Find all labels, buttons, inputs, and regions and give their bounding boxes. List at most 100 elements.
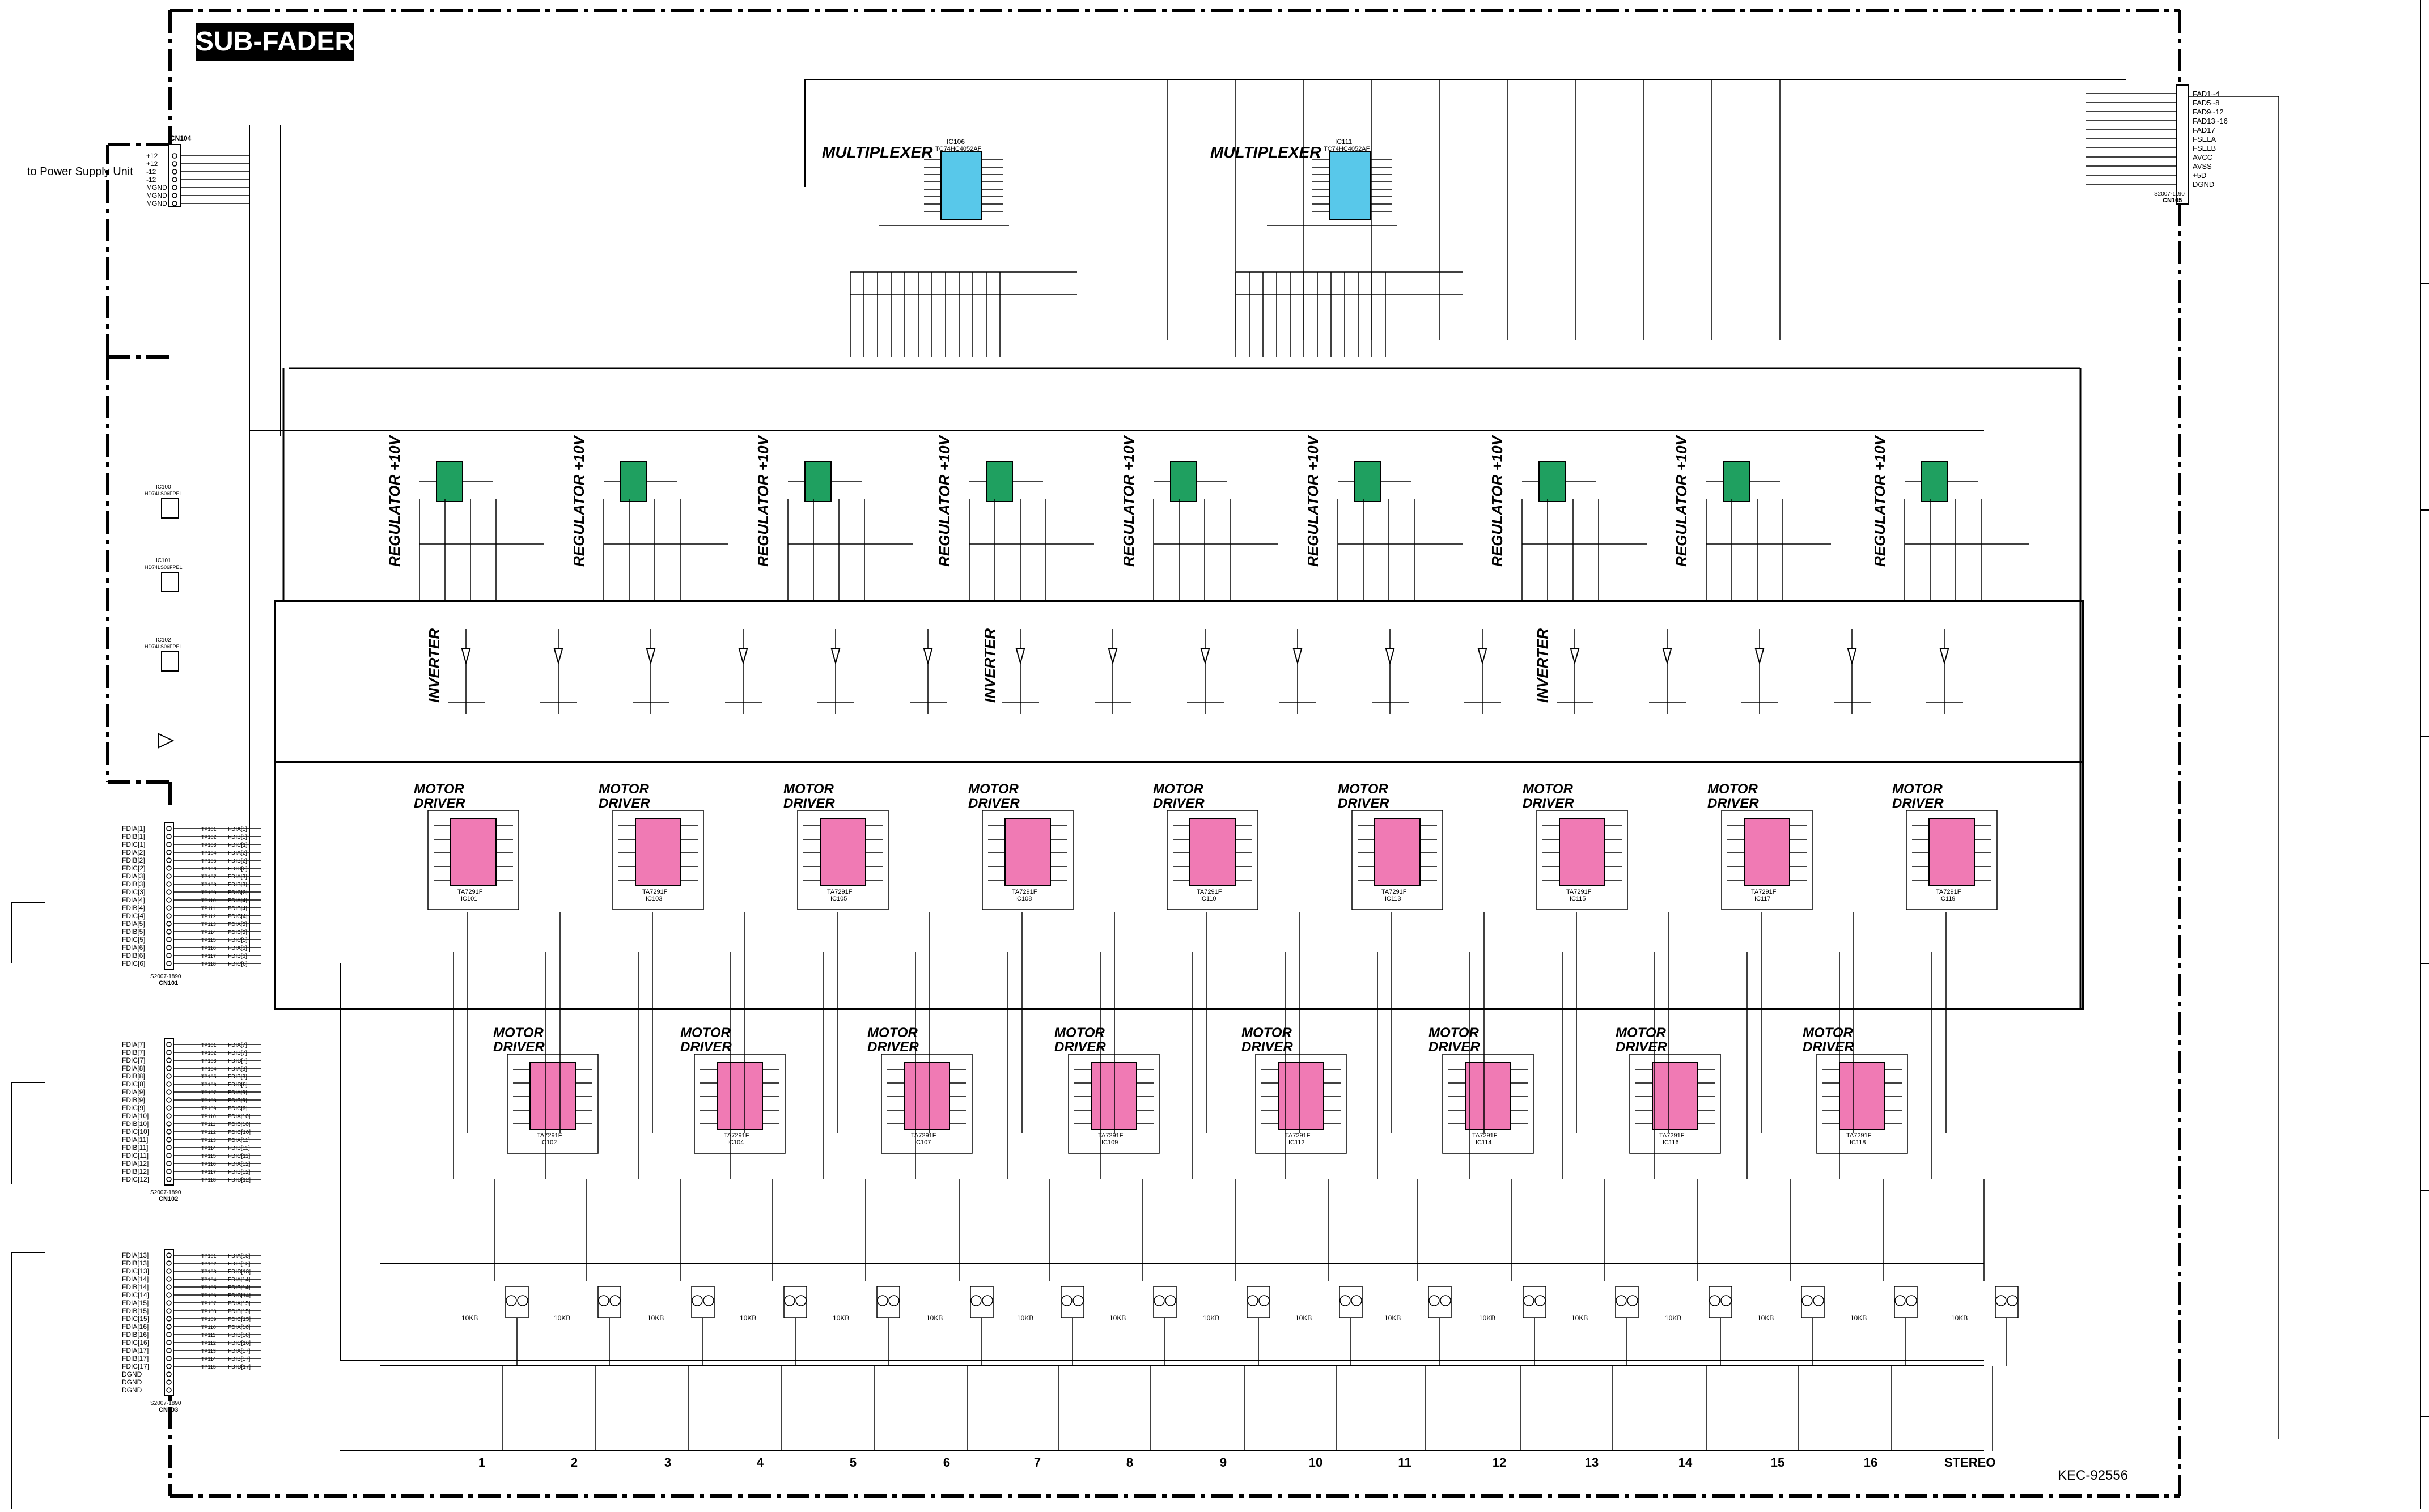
pin-dot bbox=[166, 1057, 172, 1063]
fader-knob bbox=[2007, 1295, 2018, 1306]
motor-driver-ref: IC109 bbox=[1101, 1139, 1118, 1146]
pin-dot bbox=[166, 1260, 172, 1266]
motor-driver-bottom bbox=[1465, 1062, 1511, 1130]
motor-driver-label: DRIVER bbox=[493, 1039, 545, 1055]
test-point: TP110 bbox=[201, 898, 216, 903]
mux-part: TC74HC4052AF bbox=[935, 146, 982, 152]
pin-dot bbox=[166, 1129, 172, 1135]
test-point: TP107 bbox=[201, 1090, 217, 1095]
fader-value: 10KB bbox=[1295, 1314, 1312, 1322]
motor-driver-label: DRIVER bbox=[783, 796, 835, 811]
test-point: TP110 bbox=[201, 1114, 216, 1119]
pin-dot bbox=[166, 1089, 172, 1095]
motor-driver-ref: IC101 bbox=[461, 895, 477, 902]
inverter-gate bbox=[1939, 648, 1949, 665]
cn105-pin: DGND bbox=[2193, 180, 2214, 189]
conn-left-label: FDIB[12] bbox=[122, 1167, 149, 1175]
motor-driver-label: DRIVER bbox=[968, 796, 1020, 811]
pin-dot bbox=[166, 889, 172, 895]
conn-left-label: FDIC[14] bbox=[122, 1291, 149, 1299]
regulator-ic bbox=[620, 461, 647, 502]
test-point: TP108 bbox=[201, 1309, 217, 1314]
fader-knob bbox=[784, 1295, 795, 1306]
multiplexer-ic bbox=[940, 151, 982, 220]
motor-driver-ref: IC119 bbox=[1939, 895, 1956, 902]
conn-left-label: DGND bbox=[122, 1378, 142, 1386]
conn-right-label: FDIA[5] bbox=[228, 921, 247, 928]
cn105-pin: FSELB bbox=[2193, 144, 2216, 152]
pin-dot bbox=[166, 1371, 172, 1377]
motor-driver-label: DRIVER bbox=[1054, 1039, 1106, 1055]
test-point: TP103 bbox=[201, 1058, 217, 1064]
fader-knob bbox=[1709, 1295, 1720, 1306]
test-point: TP114 bbox=[201, 929, 216, 935]
fader-knob bbox=[1813, 1295, 1824, 1306]
fader-value: 10KB bbox=[647, 1314, 664, 1322]
inverter-gate bbox=[738, 648, 748, 665]
regulator-label: REGULATOR +10V bbox=[1871, 434, 1888, 567]
regulator-ic bbox=[1921, 461, 1948, 502]
conn-left-label: FDIC[9] bbox=[122, 1104, 145, 1112]
pin-dot bbox=[166, 834, 172, 839]
regulator-ic bbox=[1723, 461, 1750, 502]
conn-right-label: FDIA[6] bbox=[228, 945, 247, 952]
fader-value: 10KB bbox=[1479, 1314, 1495, 1322]
conn-left-label: FDIB[8] bbox=[122, 1072, 145, 1080]
conn-right-label: FDIA[16] bbox=[228, 1324, 251, 1331]
motor-driver-part: TA7291F bbox=[1098, 1132, 1124, 1139]
fader-value: 10KB bbox=[833, 1314, 849, 1322]
conn-left-label: FDIC[13] bbox=[122, 1267, 149, 1275]
buffer-ic-ref: IC100 bbox=[156, 484, 171, 490]
conn-right-label: FDIA[14] bbox=[228, 1277, 251, 1283]
conn-left-label: FDIA[11] bbox=[122, 1136, 148, 1144]
conn-right-label: FDIB[13] bbox=[228, 1261, 251, 1267]
motor-driver-ref: IC108 bbox=[1015, 895, 1032, 902]
cn104-pin: MGND bbox=[146, 184, 167, 192]
test-point: TP111 bbox=[201, 1332, 215, 1338]
pin-dot bbox=[166, 1050, 172, 1055]
conn-right-label: FDIA[3] bbox=[228, 874, 247, 880]
conn-left-label: FDIC[15] bbox=[122, 1315, 149, 1323]
motor-driver-ref: IC104 bbox=[727, 1139, 744, 1146]
channel-number: 16 bbox=[1863, 1455, 1878, 1469]
motor-driver-part: TA7291F bbox=[1197, 889, 1222, 895]
pin-dot bbox=[166, 1348, 172, 1353]
conn-left-label: FDIC[8] bbox=[122, 1080, 145, 1088]
conn-left-label: FDIB[7] bbox=[122, 1048, 145, 1056]
buffer-ic bbox=[161, 498, 179, 519]
fader-value: 10KB bbox=[1571, 1314, 1588, 1322]
conn-right-label: FDIB[17] bbox=[228, 1356, 251, 1362]
test-point: TP110 bbox=[201, 1324, 216, 1330]
fader-knob bbox=[1534, 1295, 1546, 1306]
pin-dot bbox=[166, 961, 172, 966]
conn-right-label: FDIC[1] bbox=[228, 842, 248, 848]
cn105-ref: CN105 bbox=[2163, 197, 2182, 204]
conn-right-label: FDIB[1] bbox=[228, 834, 247, 840]
pin-dot bbox=[166, 1292, 172, 1298]
conn-left-label: FDIA[17] bbox=[122, 1347, 149, 1354]
inverter-symbol bbox=[158, 733, 175, 749]
conn-left-label: FDIB[17] bbox=[122, 1354, 149, 1362]
motor-driver-label: DRIVER bbox=[1803, 1039, 1854, 1055]
motor-driver-ref: IC118 bbox=[1850, 1139, 1866, 1146]
test-point: TP111 bbox=[201, 1122, 215, 1127]
test-point: TP101 bbox=[201, 1042, 217, 1048]
conn-right-label: FDIA[7] bbox=[228, 1042, 247, 1048]
motor-driver-label: DRIVER bbox=[1428, 1039, 1480, 1055]
test-point: TP116 bbox=[201, 945, 216, 951]
channel-number: 7 bbox=[1033, 1455, 1041, 1469]
cn104-pin: -12 bbox=[146, 168, 156, 176]
conn-right-label: FDIA[13] bbox=[228, 1253, 251, 1259]
pin-dot bbox=[166, 1268, 172, 1274]
motor-driver-ref: IC103 bbox=[646, 895, 662, 902]
test-point: TP101 bbox=[201, 826, 217, 832]
test-point: TP115 bbox=[201, 1153, 216, 1159]
inverter-label: INVERTER bbox=[426, 628, 443, 703]
conn-right-label: FDIA[4] bbox=[228, 898, 247, 904]
fader-knob bbox=[506, 1295, 517, 1306]
conn-left-label: FDIB[2] bbox=[122, 856, 145, 864]
conn-right-label: FDIC[10] bbox=[228, 1129, 251, 1136]
conn-part: S2007-1890 bbox=[150, 974, 181, 980]
motor-driver-label: MOTOR bbox=[680, 1025, 731, 1040]
pin-dot bbox=[172, 193, 177, 198]
